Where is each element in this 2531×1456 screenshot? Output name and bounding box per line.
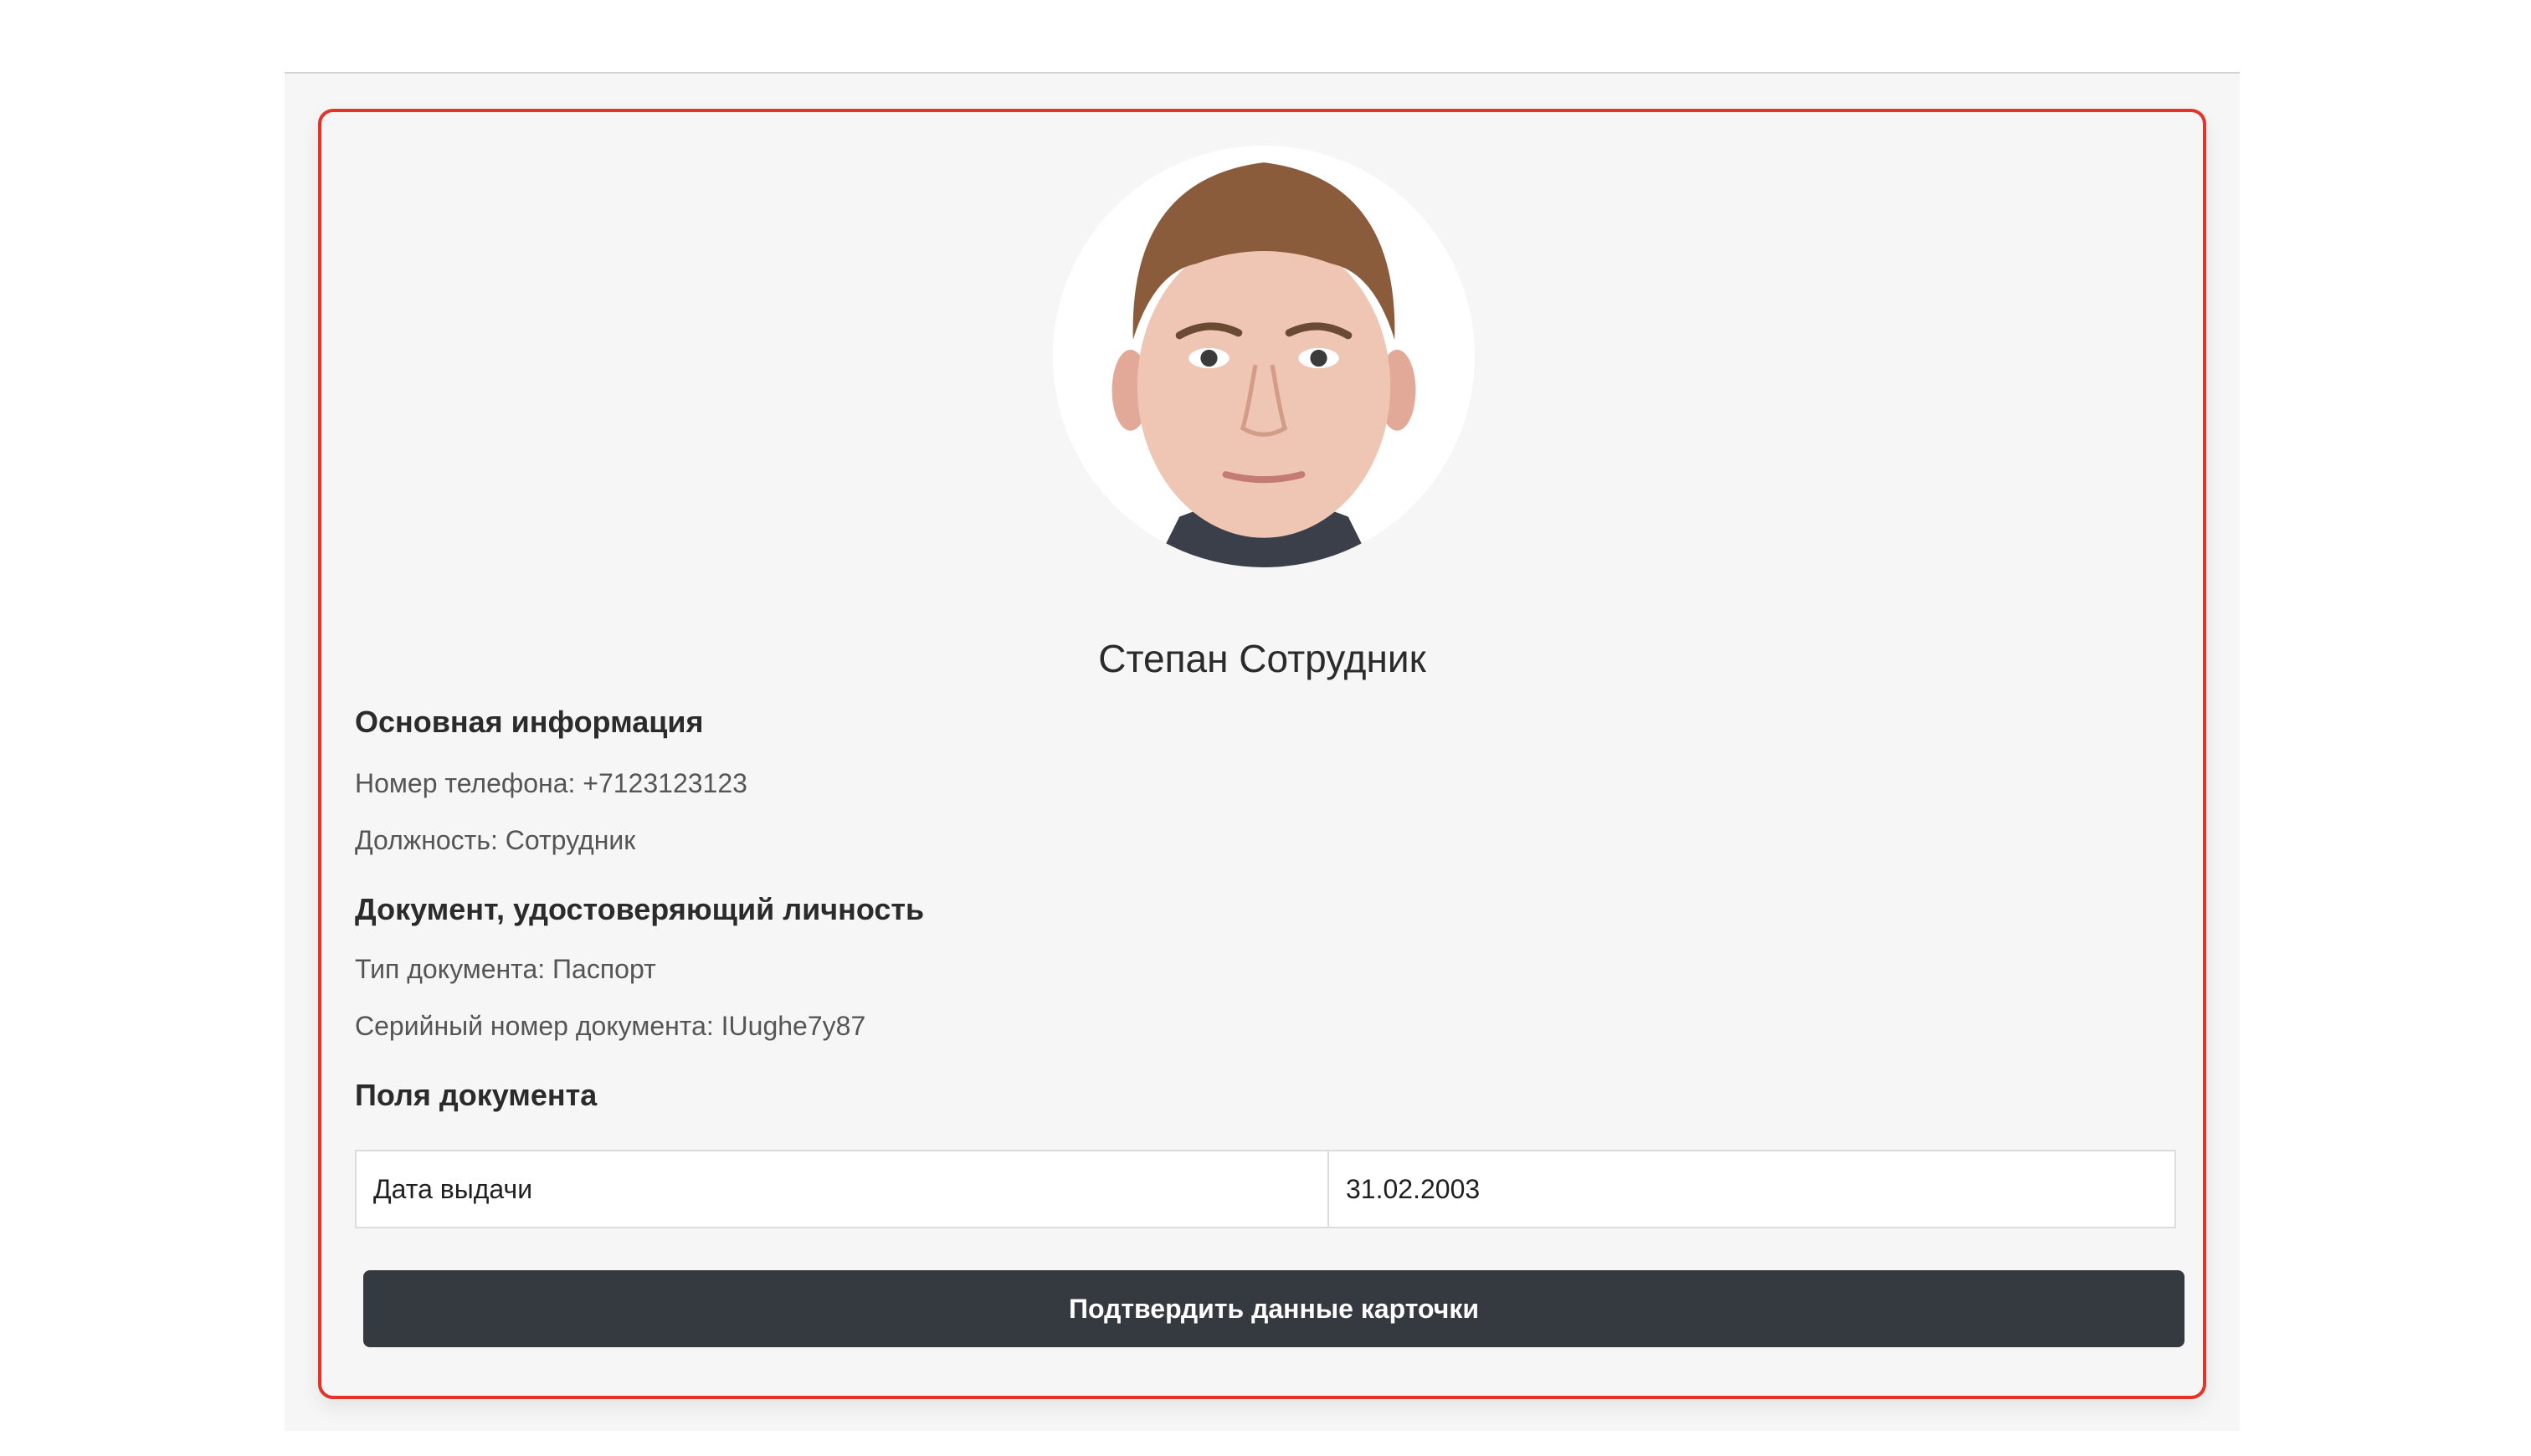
employee-card: Степан Сотрудник Основная информация Ном… — [318, 109, 2206, 1399]
field-value-issue-date: 31.02.2003 — [1327, 1150, 2176, 1228]
employee-name: Степан Сотрудник — [1098, 637, 1426, 680]
employee-photo — [1053, 146, 1475, 567]
document-fields-title: Поля документа — [355, 1078, 598, 1112]
field-key-issue-date: Дата выдачи — [355, 1150, 1329, 1228]
phone-number: Номер телефона: +7123123123 — [355, 768, 747, 798]
confirm-card-button[interactable]: Подтвердить данные карточки — [363, 1270, 2184, 1347]
document-fields-table: Дата выдачи 31.02.2003 — [355, 1150, 2176, 1228]
table-row: Дата выдачи 31.02.2003 — [355, 1150, 2176, 1228]
person-portrait-icon — [1053, 146, 1475, 567]
document-type: Тип документа: Паспорт — [355, 954, 656, 984]
main-info-title: Основная информация — [355, 705, 704, 739]
page-container: Степан Сотрудник Основная информация Ном… — [285, 72, 2240, 1431]
document-serial: Серийный номер документа: IUughe7y87 — [355, 1011, 866, 1041]
position: Должность: Сотрудник — [355, 825, 636, 855]
id-document-title: Документ, удостоверяющий личность — [355, 892, 925, 926]
